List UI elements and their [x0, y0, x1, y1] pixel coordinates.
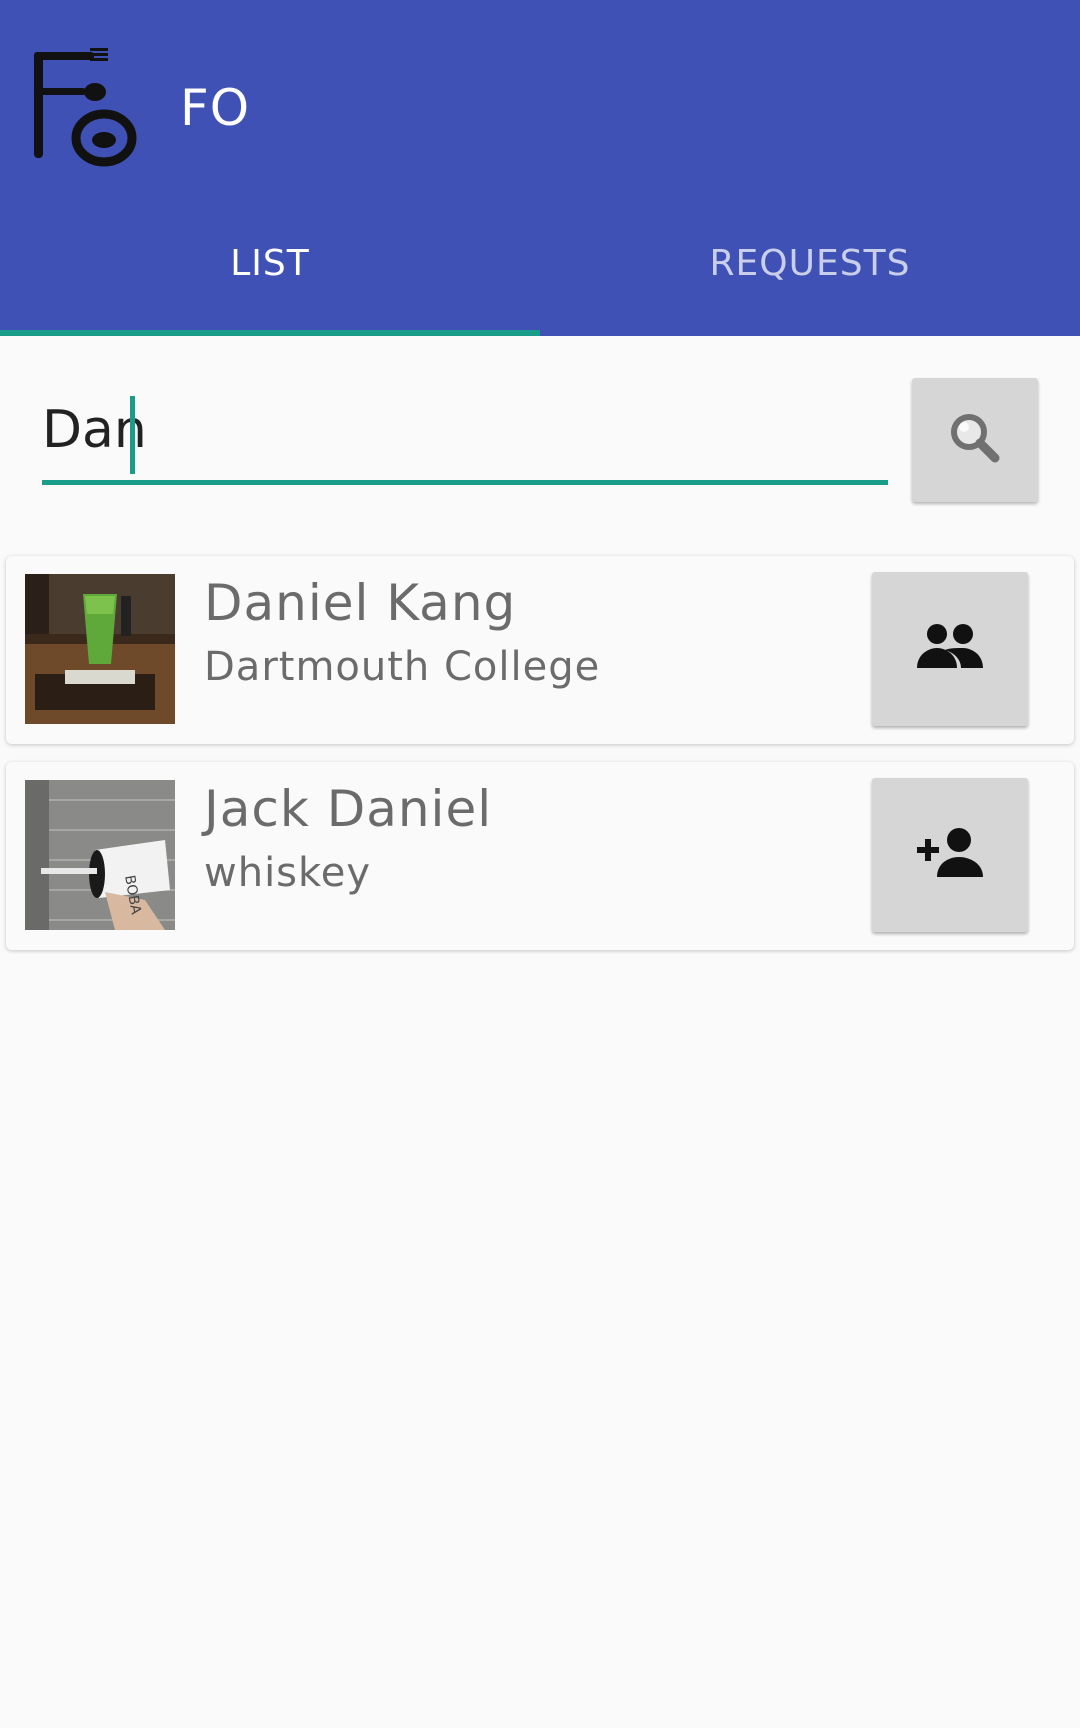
tab-indicator: [0, 330, 540, 336]
tab-bar: LIST REQUESTS: [0, 200, 1080, 336]
result-subtitle: whiskey: [204, 850, 372, 896]
tab-list[interactable]: LIST: [0, 200, 540, 336]
add-person-icon: [915, 827, 985, 883]
people-icon: [915, 622, 985, 676]
search-field: [42, 380, 888, 486]
fork-spoon-plate-logo-icon: [28, 42, 146, 170]
friends-button[interactable]: [872, 572, 1028, 726]
add-friend-button[interactable]: [872, 778, 1028, 932]
result-subtitle: Dartmouth College: [204, 644, 601, 690]
tab-list-label: LIST: [230, 242, 310, 284]
search-button[interactable]: [912, 378, 1038, 502]
toolbar: FO: [0, 0, 1080, 200]
result-name: Daniel Kang: [204, 574, 517, 632]
app-bar: FO LIST REQUESTS: [0, 0, 1080, 336]
green-drink-photo: [25, 574, 175, 724]
search-icon: [945, 408, 1005, 472]
app-title: FO: [180, 79, 251, 137]
coffee-cup-photo: BOBA: [25, 780, 175, 930]
list-item[interactable]: BOBA Jack Daniel whiskey: [6, 762, 1074, 950]
result-name: Jack Daniel: [204, 780, 493, 838]
list-item[interactable]: Daniel Kang Dartmouth College: [6, 556, 1074, 744]
tab-requests[interactable]: REQUESTS: [540, 200, 1080, 336]
search-input[interactable]: [42, 380, 888, 480]
search-underline: [42, 480, 888, 485]
text-caret: [130, 396, 135, 474]
tab-requests-label: REQUESTS: [709, 242, 911, 284]
